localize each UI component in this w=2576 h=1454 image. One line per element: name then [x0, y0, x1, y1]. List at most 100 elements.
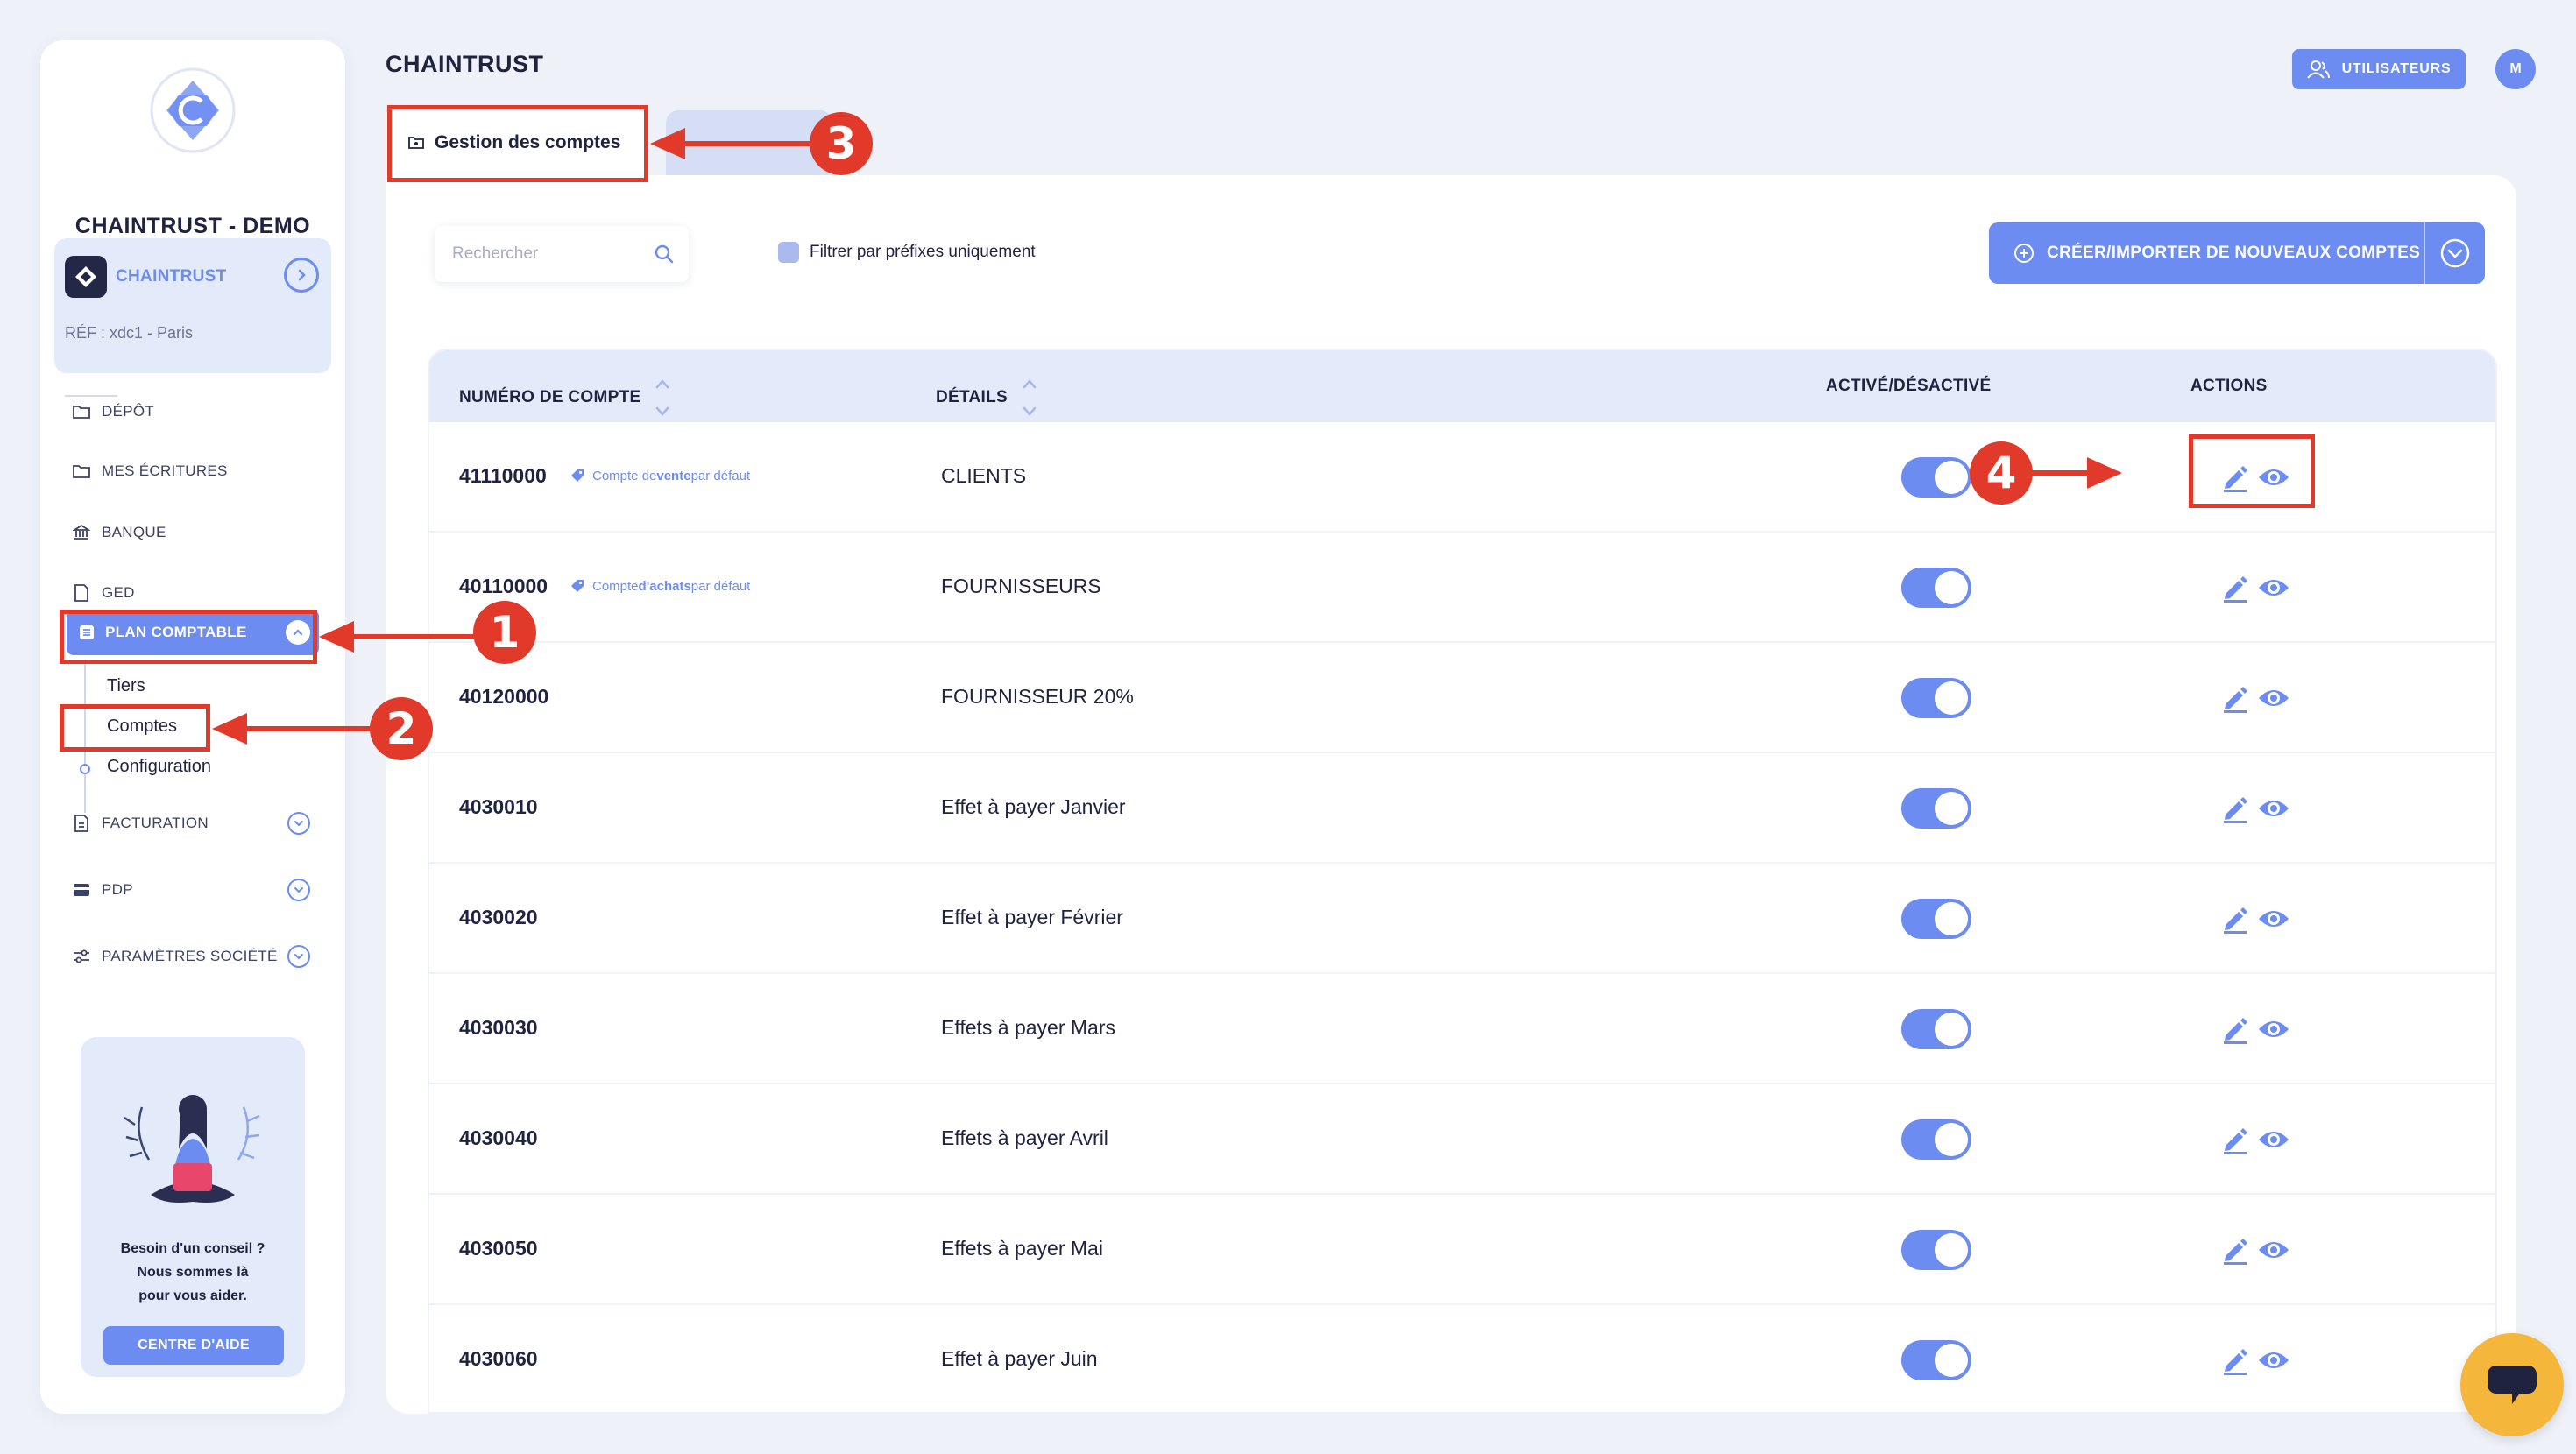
account-details: Effet à payer Janvier: [941, 795, 1126, 818]
column-actions: ACTIONS: [2190, 377, 2268, 395]
table-row: 40110000 Compte d'achats par défaut FOURNI…: [429, 533, 2495, 643]
edit-icon[interactable]: [2220, 573, 2250, 603]
annotation-arrow-3: [650, 128, 824, 159]
annotation-arrow-4: [2029, 457, 2122, 489]
submenu-item-configuration[interactable]: Configuration: [107, 757, 211, 777]
tag-icon: [570, 578, 585, 594]
sort-icon[interactable]: [655, 377, 670, 419]
nav-item-ged[interactable]: GED: [72, 575, 135, 611]
company-name: CHAINTRUST - DEMO: [74, 214, 311, 238]
account-number: 4030060: [459, 1347, 538, 1370]
edit-icon[interactable]: [2220, 1235, 2250, 1265]
company-logo: [149, 67, 237, 154]
tag-icon: [570, 468, 585, 483]
nav-item-banque[interactable]: BANQUE: [72, 515, 166, 550]
avatar[interactable]: M: [2495, 49, 2536, 89]
chat-button[interactable]: [2460, 1333, 2564, 1436]
sliders-icon: [72, 947, 91, 966]
nav-item-mes-ecritures[interactable]: MES ÉCRITURES: [72, 454, 228, 489]
nav-item-depot[interactable]: DÉPÔT: [72, 394, 154, 429]
annotation-badge-1: 1: [473, 601, 536, 664]
create-import-accounts-button[interactable]: CRÉER/IMPORTER DE NOUVEAUX COMPTES: [1989, 222, 2485, 284]
create-dropdown-button[interactable]: [2425, 222, 2485, 284]
tag-bold: vente: [656, 468, 691, 483]
organization-name: CHAINTRUST: [116, 267, 227, 286]
help-line-1: Besoin d'un conseil ?: [120, 1241, 265, 1256]
nav-item-pdp[interactable]: PDP: [72, 872, 133, 907]
filter-checkbox[interactable]: [778, 242, 799, 263]
eye-icon[interactable]: [2257, 1126, 2290, 1153]
annotation-badge-4: 4: [1970, 441, 2033, 505]
eye-icon[interactable]: [2257, 1237, 2290, 1263]
sort-icon[interactable]: [1022, 377, 1037, 419]
eye-icon[interactable]: [2257, 685, 2290, 711]
tag-bold: d'achats: [638, 578, 691, 594]
active-toggle[interactable]: [1901, 678, 1971, 718]
submenu-item-tiers[interactable]: Tiers: [107, 676, 145, 696]
prefix-filter[interactable]: Filtrer par préfixes uniquement: [778, 242, 1036, 263]
edit-icon[interactable]: [2220, 1345, 2250, 1375]
chevron-down-icon[interactable]: [287, 879, 310, 901]
eye-icon[interactable]: [2257, 795, 2290, 822]
column-details[interactable]: DÉTAILS: [936, 377, 1037, 419]
search-box[interactable]: [435, 226, 689, 282]
nav-item-facturation[interactable]: FACTURATION: [72, 806, 209, 841]
table-row: 40120000 FOURNISSEUR 20%: [429, 643, 2495, 753]
active-toggle[interactable]: [1901, 568, 1971, 608]
edit-icon[interactable]: [2220, 683, 2250, 713]
active-toggle[interactable]: [1901, 788, 1971, 829]
annotation-badge-3: 3: [810, 112, 873, 175]
help-text: Besoin d'un conseil ? Nous sommes là pou…: [81, 1237, 305, 1308]
chevron-down-icon: [2440, 238, 2470, 268]
eye-icon[interactable]: [2257, 1016, 2290, 1042]
users-button[interactable]: UTILISATEURS: [2292, 49, 2466, 89]
create-import-main[interactable]: CRÉER/IMPORTER DE NOUVEAUX COMPTES: [1989, 222, 2424, 284]
folder-icon: [72, 462, 91, 481]
eye-icon[interactable]: [2257, 906, 2290, 932]
help-center-button[interactable]: CENTRE D'AIDE: [103, 1326, 284, 1365]
edit-icon[interactable]: [2220, 1014, 2250, 1044]
table-row: 4030010 Effet à payer Janvier: [429, 753, 2495, 864]
chevron-down-icon[interactable]: [287, 945, 310, 968]
help-card: Besoin d'un conseil ? Nous sommes là pou…: [81, 1037, 305, 1377]
folder-icon: [72, 402, 91, 421]
account-number: 4030010: [459, 795, 538, 818]
chevron-down-icon[interactable]: [287, 812, 310, 835]
tag-suffix: par défaut: [690, 468, 751, 483]
account-details: FOURNISSEURS: [941, 575, 1101, 597]
column-account-number[interactable]: NUMÉRO DE COMPTE: [459, 377, 670, 419]
tag-prefix: Compte: [592, 578, 639, 594]
annotation-arrow-1: [319, 621, 484, 653]
edit-icon[interactable]: [2220, 904, 2250, 934]
edit-icon[interactable]: [2220, 1125, 2250, 1154]
edit-icon[interactable]: [2220, 794, 2250, 823]
account-details: Effet à payer Février: [941, 906, 1123, 928]
active-toggle[interactable]: [1901, 1230, 1971, 1270]
help-line-3: pour vous aider.: [138, 1288, 247, 1303]
nav-item-label: BANQUE: [102, 524, 166, 540]
nav-item-label: PARAMÈTRES SOCIÉTÉ: [102, 948, 278, 964]
search-icon[interactable]: [654, 244, 675, 269]
table-row: 4030020 Effet à payer Février: [429, 864, 2495, 974]
active-toggle[interactable]: [1901, 1119, 1971, 1160]
active-toggle[interactable]: [1901, 899, 1971, 939]
card-icon: [72, 880, 91, 900]
chat-icon: [2488, 1366, 2537, 1404]
eye-icon[interactable]: [2257, 575, 2290, 601]
nav-item-label: PDP: [102, 881, 133, 898]
active-toggle[interactable]: [1901, 1340, 1971, 1380]
nav-item-parametres-societe[interactable]: PARAMÈTRES SOCIÉTÉ: [72, 939, 278, 974]
annotation-badge-2: 2: [370, 697, 433, 760]
active-toggle[interactable]: [1901, 457, 1971, 498]
eye-icon[interactable]: [2257, 1347, 2290, 1373]
tag-suffix: par défaut: [690, 578, 751, 594]
column-label: DÉTAILS: [936, 388, 1008, 406]
chevron-right-icon[interactable]: [284, 258, 319, 293]
account-number: 40110000: [459, 575, 548, 597]
annotation-box-2: [60, 704, 210, 752]
organization-card[interactable]: CHAINTRUST RÉF : xdc1 - Paris: [54, 238, 331, 373]
invoice-icon: [72, 814, 91, 833]
table-row: 4030050 Effets à payer Mai: [429, 1195, 2495, 1305]
active-toggle[interactable]: [1901, 1009, 1971, 1049]
search-input[interactable]: [452, 226, 645, 282]
